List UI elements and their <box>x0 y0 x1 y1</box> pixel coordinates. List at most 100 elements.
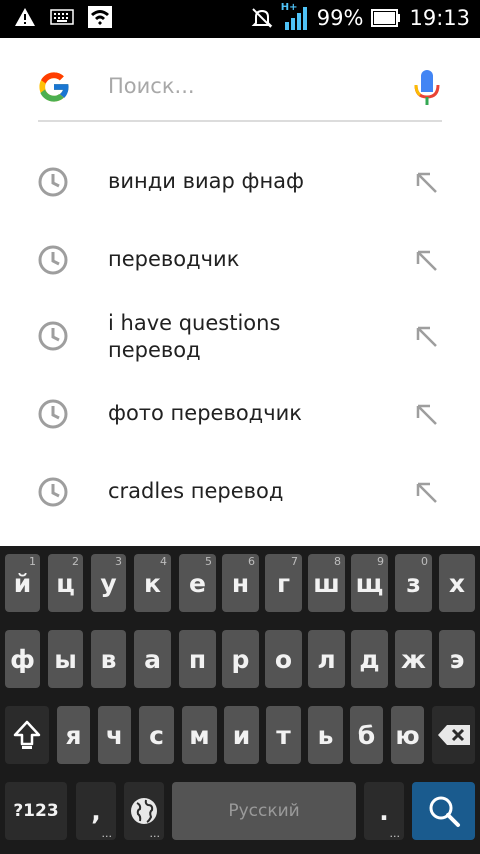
key-dots: ... <box>101 827 113 840</box>
search-divider <box>38 120 442 122</box>
key[interactable]: щ9 <box>351 554 388 612</box>
fill-query-arrow-icon[interactable] <box>412 400 440 428</box>
key[interactable]: я <box>57 706 90 764</box>
key-label: г <box>276 568 291 598</box>
suggestion-line: перевод <box>108 338 201 362</box>
key-label: й <box>13 568 32 598</box>
backspace-icon <box>437 725 470 745</box>
history-clock-icon <box>38 167 68 197</box>
key-label: т <box>276 720 291 750</box>
key[interactable]: а <box>134 630 171 688</box>
search-panel: винди виар фнаф переводчик i have questi… <box>0 38 480 546</box>
comma-key[interactable]: ,... <box>76 782 116 840</box>
key-label: к <box>144 568 161 598</box>
key[interactable]: э <box>439 630 475 688</box>
key-label: р <box>231 644 250 674</box>
suggestion-item[interactable]: винди виар фнаф <box>0 142 480 220</box>
history-clock-icon <box>38 477 68 507</box>
key[interactable]: ж <box>395 630 432 688</box>
key-label: п <box>188 644 207 674</box>
fill-query-arrow-icon[interactable] <box>412 478 440 506</box>
key-label: з <box>406 568 421 598</box>
mute-icon <box>251 8 273 28</box>
history-clock-icon <box>38 245 68 275</box>
keyboard-icon <box>50 9 74 25</box>
key[interactable]: е5 <box>179 554 216 612</box>
key[interactable]: н6 <box>222 554 259 612</box>
key[interactable]: г7 <box>265 554 302 612</box>
key-label: д <box>359 644 380 674</box>
history-clock-icon <box>38 321 68 351</box>
key[interactable]: в <box>91 630 126 688</box>
key[interactable]: и <box>224 706 259 764</box>
status-bar: H+ 99% 19:13 <box>0 0 480 38</box>
microphone-icon[interactable] <box>412 68 442 108</box>
shift-key[interactable] <box>5 706 49 764</box>
key-hint: 9 <box>377 555 384 568</box>
key[interactable]: ф <box>5 630 40 688</box>
key[interactable]: о <box>265 630 302 688</box>
key-label: с <box>149 720 164 750</box>
key[interactable]: й1 <box>5 554 40 612</box>
suggestion-text: i have questions перевод <box>108 310 388 364</box>
suggestion-item[interactable]: фото переводчик <box>0 376 480 454</box>
key[interactable]: з0 <box>395 554 432 612</box>
key-label: ц <box>56 568 75 598</box>
key-hint: 8 <box>334 555 341 568</box>
key[interactable]: х <box>439 554 475 612</box>
key[interactable]: д <box>351 630 388 688</box>
period-key[interactable]: .... <box>364 782 404 840</box>
key[interactable]: с <box>139 706 174 764</box>
fill-query-arrow-icon[interactable] <box>412 322 440 350</box>
space-key[interactable]: Русский <box>172 782 356 840</box>
key[interactable]: б <box>350 706 383 764</box>
key-dots: ... <box>389 827 401 840</box>
search-key[interactable] <box>412 782 475 840</box>
key-label: м <box>189 720 210 750</box>
signal-icon: H+ <box>281 2 309 32</box>
key-label: ж <box>401 644 426 674</box>
key-label: ю <box>395 720 420 750</box>
suggestion-line: переводчик <box>108 247 240 271</box>
key-hint: 0 <box>421 555 428 568</box>
key-hint: 3 <box>115 555 122 568</box>
key[interactable]: к4 <box>134 554 171 612</box>
key[interactable]: т <box>266 706 301 764</box>
google-logo-icon <box>39 72 70 102</box>
fill-query-arrow-icon[interactable] <box>412 246 440 274</box>
key[interactable]: ю <box>391 706 424 764</box>
key-label: б <box>357 720 376 750</box>
backspace-key[interactable] <box>432 706 475 764</box>
key-label: в <box>100 644 117 674</box>
language-key[interactable]: ... <box>124 782 164 840</box>
suggestion-item[interactable]: i have questions перевод <box>0 298 480 376</box>
key[interactable]: л <box>308 630 345 688</box>
suggestion-line: cradles перевод <box>108 479 284 503</box>
key[interactable]: ш8 <box>308 554 345 612</box>
key[interactable]: п <box>179 630 216 688</box>
key[interactable]: ь <box>308 706 343 764</box>
suggestion-item[interactable]: переводчик <box>0 220 480 298</box>
suggestion-item[interactable]: cradles перевод <box>0 454 480 532</box>
suggestion-line: винди виар фнаф <box>108 169 305 193</box>
key-label: н <box>231 568 250 598</box>
key-label: ф <box>10 644 35 674</box>
suggestion-text: винди виар фнаф <box>108 168 388 195</box>
key-label: Русский <box>228 801 300 821</box>
key[interactable]: у3 <box>91 554 126 612</box>
key[interactable]: м <box>182 706 217 764</box>
key[interactable]: ч <box>98 706 131 764</box>
clock-time: 19:13 <box>409 6 470 30</box>
key-label: л <box>317 644 336 674</box>
fill-query-arrow-icon[interactable] <box>412 168 440 196</box>
key[interactable]: р <box>222 630 259 688</box>
key[interactable]: ц2 <box>48 554 83 612</box>
globe-icon <box>131 798 157 824</box>
key-label: , <box>91 796 101 826</box>
symbols-key[interactable]: ?123 <box>5 782 67 840</box>
key-hint: 4 <box>160 555 167 568</box>
key[interactable]: ы <box>48 630 83 688</box>
key-label: и <box>232 720 251 750</box>
search-bar <box>0 38 480 122</box>
search-input[interactable] <box>108 70 398 102</box>
